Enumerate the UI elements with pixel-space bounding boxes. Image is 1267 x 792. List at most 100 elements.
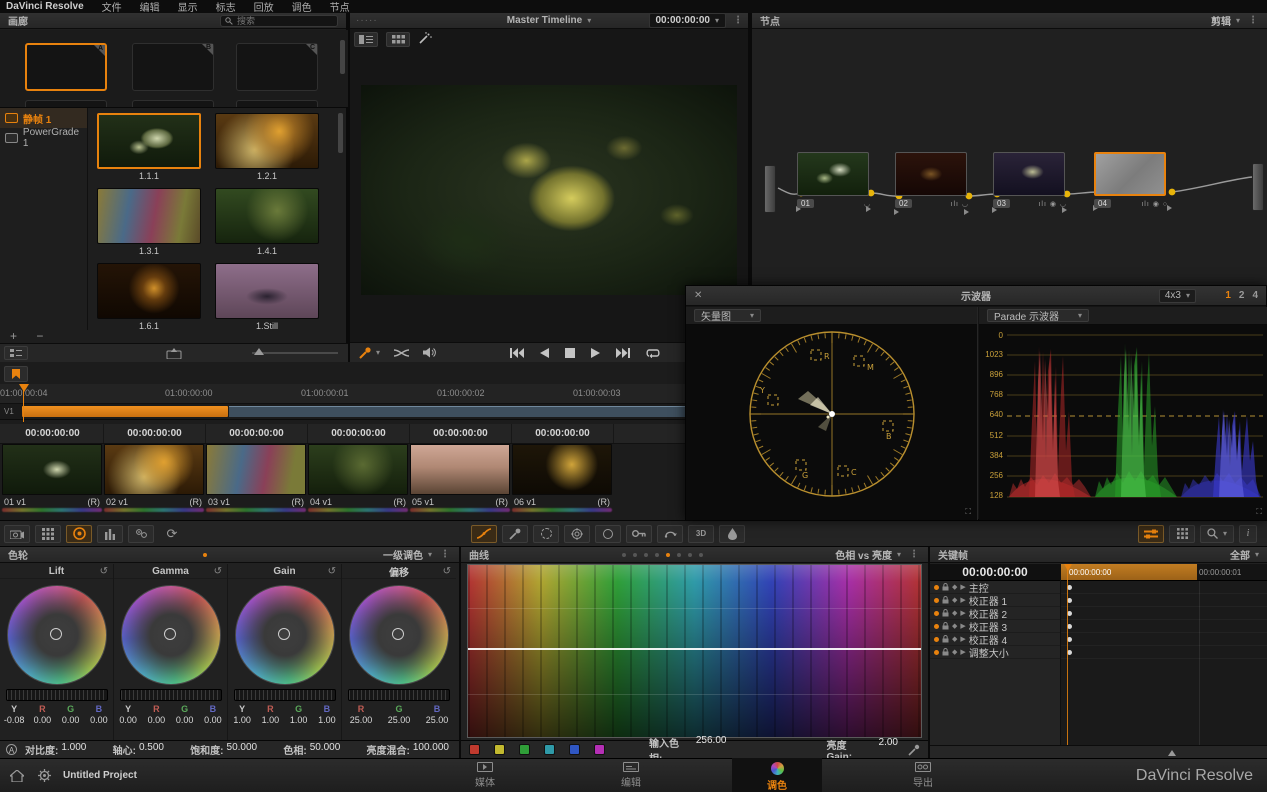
- expand-triangle-icon[interactable]: ▶: [960, 635, 965, 643]
- keyframe-diamond-icon[interactable]: ◆: [952, 635, 957, 643]
- node-item[interactable]: 03 ılı ◉ ◡: [993, 152, 1067, 208]
- reset-icon[interactable]: ↺: [214, 566, 222, 577]
- timeline-clip[interactable]: 01 v1 (R): [2, 444, 102, 516]
- channel-value[interactable]: G 1.00: [286, 704, 311, 725]
- viewer-timecode[interactable]: 00:00:00:00 ▾: [648, 13, 726, 28]
- expand-triangle-icon[interactable]: ▶: [960, 609, 965, 617]
- channel-value[interactable]: R 0.00: [144, 704, 169, 725]
- memory-slot-partial[interactable]: [25, 100, 107, 107]
- lock-icon[interactable]: [942, 596, 949, 604]
- timeline-clip[interactable]: 03 v1 (R): [206, 444, 306, 516]
- still-thumbnail[interactable]: [97, 188, 201, 244]
- hue-swatch[interactable]: [544, 744, 555, 755]
- memory-slot-partial[interactable]: [132, 100, 214, 107]
- node-output-bar[interactable]: [1252, 163, 1264, 211]
- scopes-header[interactable]: ✕ 示波器 4x3 ▾ 124: [686, 286, 1266, 306]
- still-item[interactable]: 1.1.1: [94, 113, 204, 181]
- enable-dot-icon[interactable]: [934, 610, 939, 616]
- menu-item[interactable]: 文件: [102, 0, 122, 14]
- panel-options-icon[interactable]: ⋮: [909, 549, 920, 560]
- wheel-handle[interactable]: [277, 628, 290, 640]
- timeline-clip[interactable]: 04 v1 (R): [308, 444, 408, 516]
- still-thumbnail[interactable]: [97, 113, 201, 169]
- hue-swatch[interactable]: [494, 744, 505, 755]
- channel-value[interactable]: R 0.00: [30, 704, 55, 725]
- enable-dot-icon[interactable]: [934, 636, 939, 642]
- hue-swatch[interactable]: [519, 744, 530, 755]
- menu-item[interactable]: 显示: [178, 0, 198, 14]
- still-item[interactable]: 1.6.1: [94, 263, 204, 330]
- lift-color-wheel[interactable]: [6, 585, 107, 685]
- lightbox-grid-icon[interactable]: [386, 32, 410, 47]
- still-item[interactable]: 1.3.1: [94, 188, 204, 256]
- panel-options-icon[interactable]: ⋮: [1248, 15, 1259, 26]
- node-thumbnail[interactable]: [993, 152, 1065, 196]
- stop-icon[interactable]: [565, 347, 576, 358]
- marker-ribbon-icon[interactable]: [4, 366, 28, 382]
- channel-value[interactable]: G 0.00: [58, 704, 83, 725]
- magic-wand-icon[interactable]: [418, 32, 432, 47]
- hue-swatch[interactable]: [569, 744, 580, 755]
- channel-value[interactable]: B 25.00: [420, 704, 454, 725]
- expand-triangle-icon[interactable]: ▶: [960, 622, 965, 630]
- keyframe-lane[interactable]: [1061, 646, 1267, 659]
- still-thumbnail[interactable]: [97, 263, 201, 319]
- reset-icon[interactable]: ↺: [443, 566, 451, 577]
- keyframe-ruler[interactable]: 00:00:00:00 00:00:00:01: [1061, 564, 1267, 581]
- window-shapes-icon[interactable]: [564, 524, 590, 543]
- keyframe-lane[interactable]: [1061, 581, 1267, 594]
- channel-value[interactable]: R 25.00: [344, 704, 378, 725]
- grid-view-icon[interactable]: [1169, 524, 1195, 543]
- gallery-list-view-icon[interactable]: [4, 346, 28, 360]
- node-thumbnail[interactable]: [895, 152, 967, 196]
- expand-triangle-icon[interactable]: ▶: [960, 583, 965, 591]
- timeline-selector[interactable]: Master Timeline ▾: [507, 15, 591, 26]
- still-thumbnail[interactable]: [215, 113, 319, 169]
- channel-value[interactable]: Y 1.00: [230, 704, 255, 725]
- color-picker-icon[interactable]: [358, 346, 372, 359]
- audio-mute-icon[interactable]: [423, 347, 436, 358]
- keyframe-diamond-icon[interactable]: ◆: [952, 622, 957, 630]
- tab-color[interactable]: 调色: [732, 757, 822, 792]
- gamma-color-wheel[interactable]: [120, 585, 221, 685]
- hue-curve-graph[interactable]: [467, 564, 922, 738]
- go-to-start-icon[interactable]: [510, 347, 525, 358]
- memory-slot-partial[interactable]: [236, 100, 318, 107]
- keyframe-filter-selector[interactable]: 全部 ▾: [1230, 547, 1259, 562]
- palette-page-dots[interactable]: [621, 552, 703, 557]
- channel-value[interactable]: G 25.00: [382, 704, 416, 725]
- node-thumbnail[interactable]: [797, 152, 869, 196]
- palette-page-dots[interactable]: [203, 552, 208, 557]
- info-icon[interactable]: i: [1239, 524, 1257, 543]
- adjustment-field[interactable]: 饱和度: 50.000: [190, 742, 257, 757]
- wheel-handle[interactable]: [392, 628, 404, 640]
- color-wheels-icon[interactable]: [66, 524, 92, 543]
- memory-slot-b[interactable]: B: [132, 43, 214, 91]
- search-box[interactable]: [220, 14, 338, 27]
- menu-item[interactable]: 标志: [216, 0, 236, 14]
- remove-icon[interactable]: −: [36, 329, 43, 343]
- channel-value[interactable]: B 1.00: [314, 704, 339, 725]
- circle-window-icon[interactable]: [595, 524, 621, 543]
- lock-icon[interactable]: [942, 609, 949, 617]
- gain-color-wheel[interactable]: [234, 585, 335, 685]
- keyframe-diamond-icon[interactable]: ◆: [952, 648, 957, 656]
- keyframe-lane[interactable]: [1061, 620, 1267, 633]
- chevron-down-icon[interactable]: ▾: [376, 348, 380, 357]
- wheel-handle[interactable]: [163, 628, 176, 640]
- tab-deliver[interactable]: 导出: [878, 760, 968, 792]
- enable-dot-icon[interactable]: [934, 623, 939, 629]
- panel-options-icon[interactable]: ⋮: [440, 549, 451, 560]
- timeline-clip[interactable]: 05 v1 (R): [410, 444, 510, 516]
- scope-layout-selector[interactable]: 4x3 ▾: [1158, 288, 1196, 303]
- still-item[interactable]: 1.4.1: [212, 188, 322, 256]
- adjustment-field[interactable]: 轴心: 0.500: [113, 742, 164, 757]
- memory-slot-c[interactable]: C: [236, 43, 318, 91]
- enable-dot-icon[interactable]: [934, 584, 939, 590]
- power-windows-icon[interactable]: [533, 524, 559, 543]
- curves-icon[interactable]: [471, 524, 497, 543]
- curve-line[interactable]: [468, 647, 921, 650]
- expand-triangle-icon[interactable]: ▶: [960, 648, 965, 656]
- expand-triangle-icon[interactable]: ▶: [960, 596, 965, 604]
- gamma-master-slider[interactable]: [119, 689, 222, 701]
